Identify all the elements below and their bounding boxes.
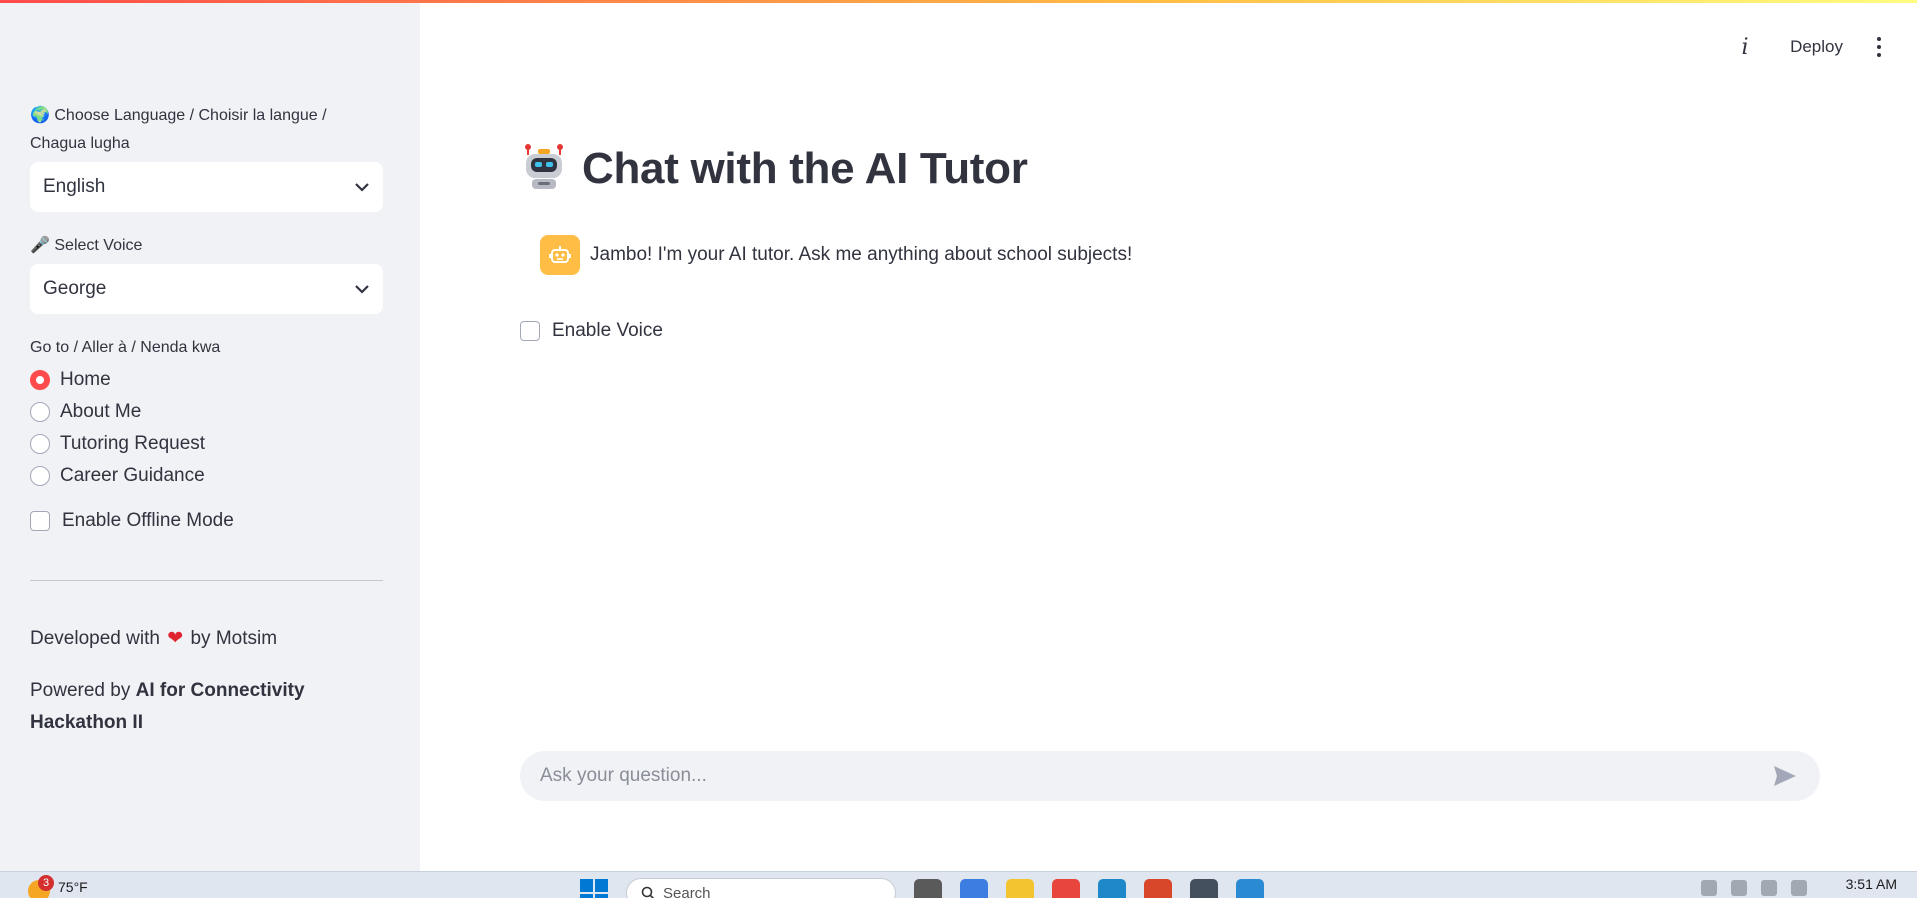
notification-badge: 3 [38, 875, 54, 891]
chat-input[interactable] [540, 765, 1770, 787]
enable-voice-checkbox[interactable] [520, 321, 540, 341]
weather-temp: 75°F [58, 879, 88, 895]
language-select[interactable]: English [30, 162, 383, 212]
offline-mode-label: Enable Offline Mode [62, 510, 234, 531]
battery-icon[interactable] [1791, 880, 1807, 896]
deploy-button[interactable]: Deploy [1790, 37, 1843, 57]
taskbar-apps: Search [580, 878, 1264, 898]
voice-select[interactable]: George [30, 264, 383, 314]
nav-radio-group: Home About Me Tutoring Request Career Gu… [30, 364, 383, 492]
language-label: Choose Language / Choisir la langue / Ch… [30, 107, 327, 152]
copilot-app-icon[interactable] [960, 879, 988, 898]
page-title-text: Chat with the AI Tutor [582, 144, 1028, 193]
office-app-icon[interactable] [1052, 879, 1080, 898]
voice-label-row: 🎤 Select Voice [30, 232, 383, 260]
nav-item-tutoring-request[interactable]: Tutoring Request [30, 428, 383, 460]
radio-unselected[interactable] [30, 402, 50, 422]
taskview-app-icon[interactable] [914, 879, 942, 898]
offline-mode-checkbox[interactable] [30, 511, 50, 531]
send-icon[interactable] [1770, 761, 1800, 791]
more-vertical-icon[interactable] [1869, 32, 1889, 62]
voice-select-value: George [43, 278, 107, 299]
radio-selected[interactable] [30, 370, 50, 390]
chat-input-bar [520, 751, 1820, 801]
nav-item-label: Career Guidance [60, 465, 205, 486]
os-taskbar: 3 75°F Search 3:51 AM [0, 871, 1917, 898]
heart-icon: ❤ [167, 628, 184, 649]
robot-icon [520, 143, 568, 196]
file-explorer-icon[interactable] [1006, 879, 1034, 898]
assistant-message: Jambo! I'm your AI tutor. Ask me anythin… [540, 234, 1132, 276]
enable-voice-label: Enable Voice [552, 320, 663, 341]
taskbar-search-label: Search [663, 884, 711, 898]
developed-suffix: by Motsim [190, 628, 278, 649]
volume-icon[interactable] [1761, 880, 1777, 896]
offline-mode-toggle[interactable]: Enable Offline Mode [30, 510, 383, 532]
edge-browser-icon[interactable] [1098, 879, 1126, 898]
radio-unselected[interactable] [30, 434, 50, 454]
vscode-icon[interactable] [1236, 879, 1264, 898]
weather-widget[interactable]: 3 75°F [28, 875, 88, 898]
nav-item-home[interactable]: Home [30, 364, 383, 396]
search-icon [641, 886, 655, 898]
sidebar-divider [30, 580, 383, 581]
top-decoration-bar [0, 0, 1917, 3]
nav-item-label: Home [60, 369, 111, 390]
developed-prefix: Developed with [30, 628, 160, 649]
language-label-row: 🌍 Choose Language / Choisir la langue / … [30, 102, 383, 158]
nav-label: Go to / Aller à / Nenda kwa [30, 339, 221, 356]
sidebar-content: 🌍 Choose Language / Choisir la langue / … [30, 102, 383, 739]
app-toolbar: i Deploy [1730, 30, 1917, 64]
assistant-message-text: Jambo! I'm your AI tutor. Ask me anythin… [590, 244, 1133, 265]
microphone-icon: 🎤 [30, 237, 50, 254]
nav-item-label: About Me [60, 401, 142, 422]
windows-start-icon[interactable] [580, 879, 608, 898]
tray-icon[interactable] [1701, 880, 1717, 896]
chrome-browser-icon[interactable] [1144, 879, 1172, 898]
sidebar: 🌍 Choose Language / Choisir la langue / … [0, 0, 420, 871]
powered-by-text: Powered by AI for Connectivity Hackathon… [30, 675, 383, 739]
enable-voice-toggle[interactable]: Enable Voice [520, 320, 663, 342]
nav-item-label: Tutoring Request [60, 433, 206, 454]
taskbar-search[interactable]: Search [626, 878, 896, 898]
taskbar-clock[interactable]: 3:51 AM [1846, 876, 1897, 892]
chevron-down-icon [354, 179, 370, 195]
radio-unselected[interactable] [30, 466, 50, 486]
assistant-avatar [540, 235, 580, 275]
voice-label: Select Voice [54, 237, 143, 254]
globe-icon: 🌍 [30, 107, 50, 124]
language-select-value: English [43, 176, 106, 197]
info-icon[interactable]: i [1730, 32, 1760, 62]
wifi-icon[interactable] [1731, 880, 1747, 896]
system-tray [1701, 880, 1807, 896]
developed-with-text: Developed with ❤ by Motsim [30, 623, 383, 655]
bot-avatar-icon [549, 246, 571, 263]
weather-icon: 3 [28, 875, 54, 898]
calculator-icon[interactable] [1190, 879, 1218, 898]
page-title: Chat with the AI Tutor [520, 140, 1028, 198]
nav-item-career-guidance[interactable]: Career Guidance [30, 460, 383, 492]
nav-item-about-me[interactable]: About Me [30, 396, 383, 428]
chevron-down-icon [354, 281, 370, 297]
powered-prefix: Powered by [30, 680, 131, 701]
